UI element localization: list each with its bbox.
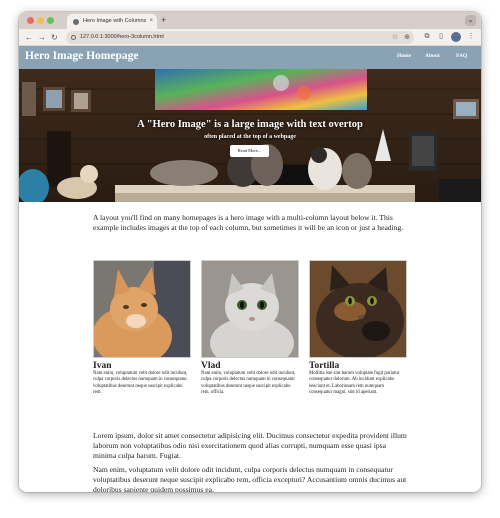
zoom-icon[interactable]: ⊕ — [404, 31, 410, 44]
column-title-ivan: Ivan — [93, 361, 112, 371]
hero-subtitle: often placed at the top of a webpage — [204, 134, 296, 140]
column-tortilla: Tortilla Mollitia iste sint harum volupt… — [309, 260, 407, 396]
star-icon[interactable]: ☆ — [392, 31, 398, 44]
column-title-vlad: Vlad — [201, 361, 221, 371]
hero-title: A "Hero Image" is a large image with tex… — [137, 119, 363, 130]
nav-link-faq[interactable]: FAQ — [456, 53, 467, 59]
tab-close-icon[interactable]: × — [149, 14, 153, 29]
browser-tab[interactable]: Hero Image with Columns × — [67, 14, 157, 29]
column-text-ivan: Nam enim, voluptatum velit dolore odit i… — [93, 371, 188, 395]
nav-link-about[interactable]: About — [425, 53, 440, 59]
ivan-cat-photo — [93, 260, 191, 358]
tab-list-chevron-icon[interactable]: ⌄ — [465, 15, 476, 26]
extensions-icon[interactable]: ⧉ — [422, 32, 432, 42]
globe-icon — [73, 19, 79, 25]
hero-section: A "Hero Image" is a large image with tex… — [19, 69, 481, 202]
browser-window: Hero Image with Columns × + ⌄ ← → ↻ 127.… — [19, 12, 481, 492]
column-ivan: Ivan Nam enim, voluptatum velit dolore o… — [93, 260, 191, 396]
address-bar[interactable]: 127.0.0.1:3000/hero-3column.html ☆ ⊕ — [66, 31, 414, 44]
column-text-tortilla: Mollitia iste sint harum voluptate fugit… — [309, 371, 400, 395]
column-text-vlad: Nam enim, voluptatum velit dolore odit i… — [201, 371, 296, 395]
nav-link-home[interactable]: Home — [397, 53, 411, 59]
maximize-window-button[interactable] — [47, 17, 54, 24]
column-vlad: Vlad Nam enim, voluptatum velit dolore o… — [201, 260, 299, 396]
column-title-tortilla: Tortilla — [309, 361, 340, 371]
profile-avatar[interactable] — [451, 32, 461, 42]
new-tab-button[interactable]: + — [161, 13, 166, 28]
reload-icon[interactable]: ↻ — [51, 32, 58, 43]
site-navbar: Hero Image Homepage Home About FAQ — [19, 46, 481, 69]
forward-arrow-icon[interactable]: → — [38, 32, 46, 43]
tab-strip: Hero Image with Columns × + ⌄ — [19, 12, 481, 29]
body-paragraph: Lorem ipsum, dolor sit amet consectetur … — [93, 431, 407, 460]
close-window-button[interactable] — [27, 17, 34, 24]
tab-title: Hero Image with Columns — [83, 18, 147, 24]
info-icon[interactable] — [71, 35, 76, 40]
intro-paragraph: A layout you'll find on many homepages i… — [93, 213, 404, 232]
body-paragraph: Nam enim, voluptatum velit dolore odit i… — [93, 465, 407, 492]
back-arrow-icon[interactable]: ← — [25, 32, 33, 43]
vlad-cat-photo — [201, 260, 299, 358]
read-more-button[interactable]: Read More... — [230, 145, 269, 157]
url-text[interactable]: 127.0.0.1:3000/hero-3column.html — [80, 34, 164, 40]
browser-toolbar: ← → ↻ 127.0.0.1:3000/hero-3column.html ☆… — [19, 29, 481, 46]
site-title[interactable]: Hero Image Homepage — [25, 50, 138, 62]
web-page: Hero Image Homepage Home About FAQ A "He… — [19, 46, 481, 492]
menu-dots-icon[interactable]: ⋮ — [466, 32, 476, 42]
tortilla-cat-photo — [309, 260, 407, 358]
minimize-window-button[interactable] — [37, 17, 44, 24]
sidebar-icon[interactable]: ▯ — [436, 32, 446, 42]
